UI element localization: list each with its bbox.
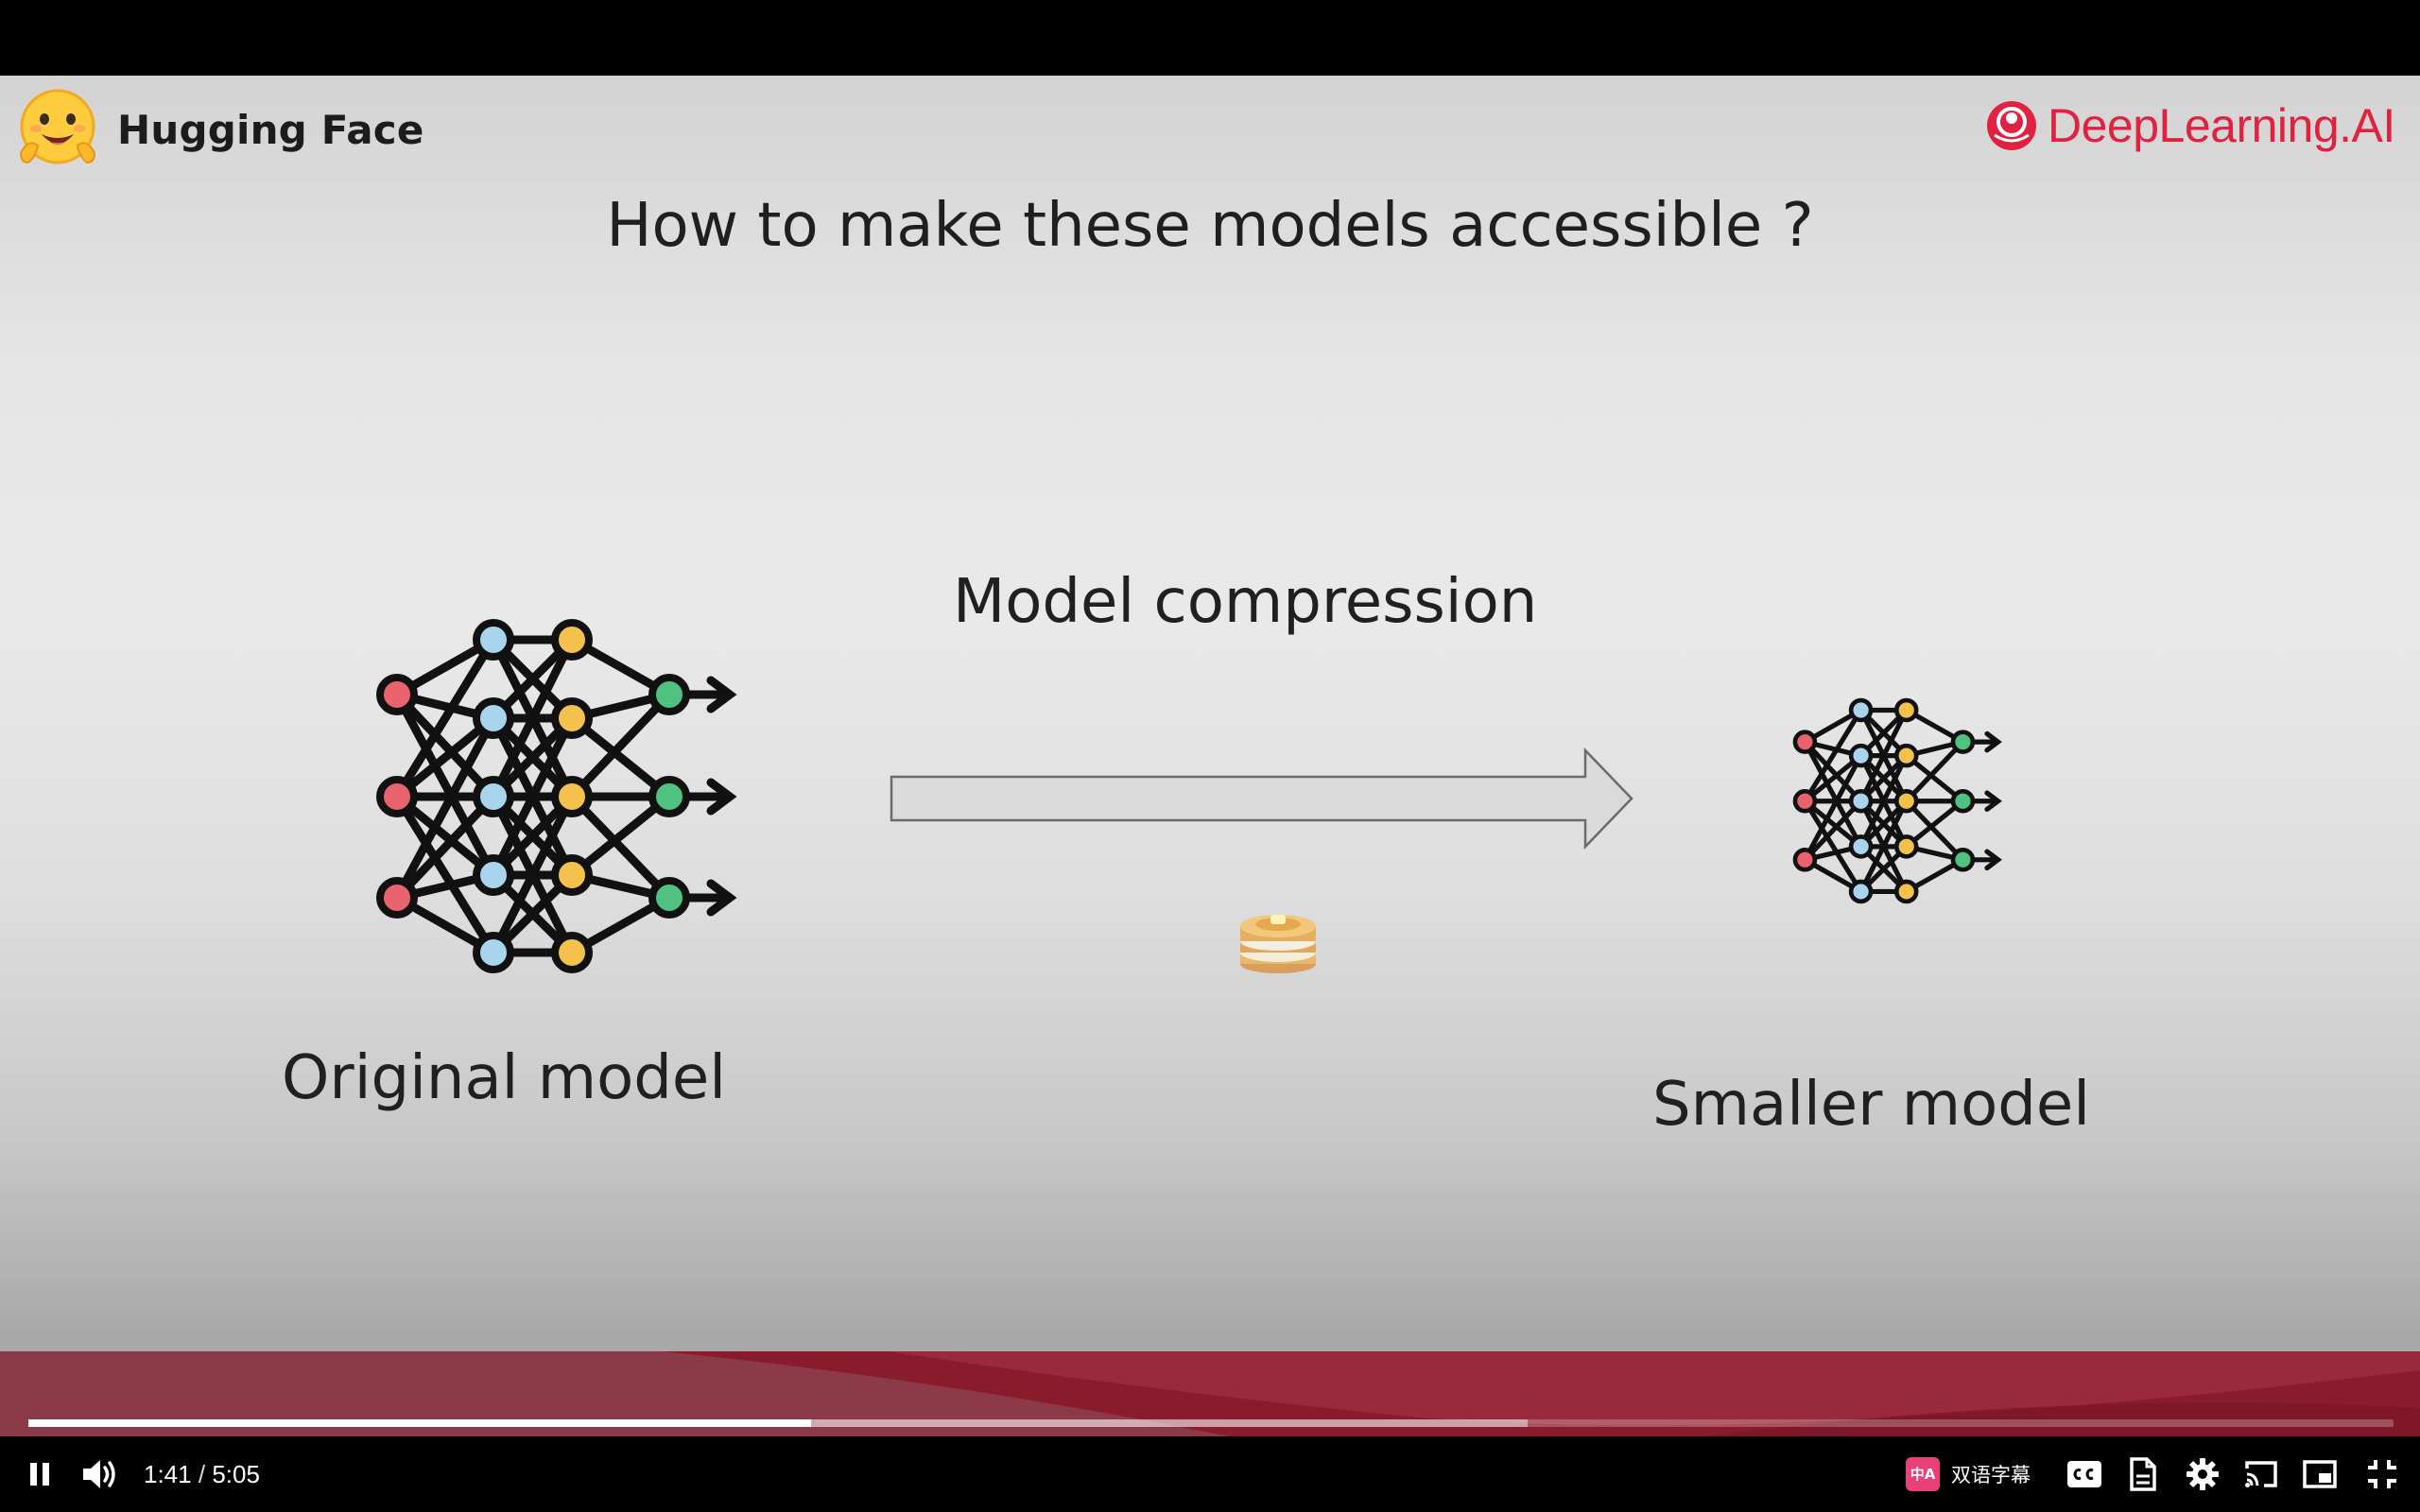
time-separator: / — [198, 1460, 206, 1488]
smaller-model-network-icon — [1792, 697, 2002, 904]
closed-captions-icon — [2067, 1461, 2101, 1487]
player-controls: 1:41 / 5:05 中A 双语字幕 — [0, 1436, 2420, 1512]
original-model-label: Original model — [282, 1043, 727, 1113]
hugging-face-wordmark: Hugging Face — [117, 106, 424, 153]
deeplearning-ai-mark-icon — [1987, 101, 2036, 150]
compression-arrow-icon — [890, 747, 1634, 850]
deeplearning-ai-wordmark: DeepLearning.AI — [2048, 99, 2395, 152]
volume-button[interactable] — [74, 1436, 127, 1512]
miniplayer-button[interactable] — [2295, 1436, 2344, 1512]
miniplayer-icon — [2303, 1460, 2337, 1488]
original-model-network-icon — [376, 619, 737, 973]
hugging-face-emoji-icon — [19, 89, 96, 164]
slide-title: How to make these models accessible ? — [606, 191, 1814, 261]
smaller-model-label: Smaller model — [1652, 1070, 2091, 1140]
closed-captions-button[interactable] — [2061, 1436, 2108, 1512]
pancakes-emoji-icon — [1240, 915, 1316, 973]
settings-button[interactable] — [2178, 1436, 2227, 1512]
pause-icon — [30, 1463, 49, 1486]
cast-button[interactable] — [2237, 1436, 2286, 1512]
bilingual-subtitles-label: 双语字幕 — [1951, 1464, 2031, 1486]
slide: Hugging Face DeepLearning.AI How to make… — [0, 76, 2420, 1436]
bilingual-subtitles-icon: 中A — [1906, 1457, 1940, 1491]
video-progress-bar[interactable] — [28, 1419, 2394, 1427]
exit-fullscreen-button[interactable] — [2358, 1436, 2407, 1512]
exit-fullscreen-icon — [2368, 1460, 2396, 1488]
volume-icon — [83, 1460, 115, 1488]
gear-icon — [2187, 1458, 2219, 1490]
compression-label: Model compression — [953, 567, 1538, 637]
progress-played — [28, 1419, 812, 1427]
current-time: 1:41 — [144, 1460, 192, 1488]
duration: 5:05 — [212, 1460, 260, 1488]
transcript-button[interactable] — [2119, 1436, 2167, 1512]
hugging-face-logo: Hugging Face — [15, 87, 424, 172]
cast-icon — [2245, 1461, 2277, 1487]
deeplearning-ai-logo: DeepLearning.AI — [1985, 98, 2395, 153]
time-display: 1:41 / 5:05 — [144, 1436, 260, 1512]
pause-button[interactable] — [13, 1436, 66, 1512]
transcript-icon — [2130, 1457, 2156, 1491]
bilingual-subtitles-button[interactable]: 中A 双语字幕 — [1906, 1436, 2031, 1512]
